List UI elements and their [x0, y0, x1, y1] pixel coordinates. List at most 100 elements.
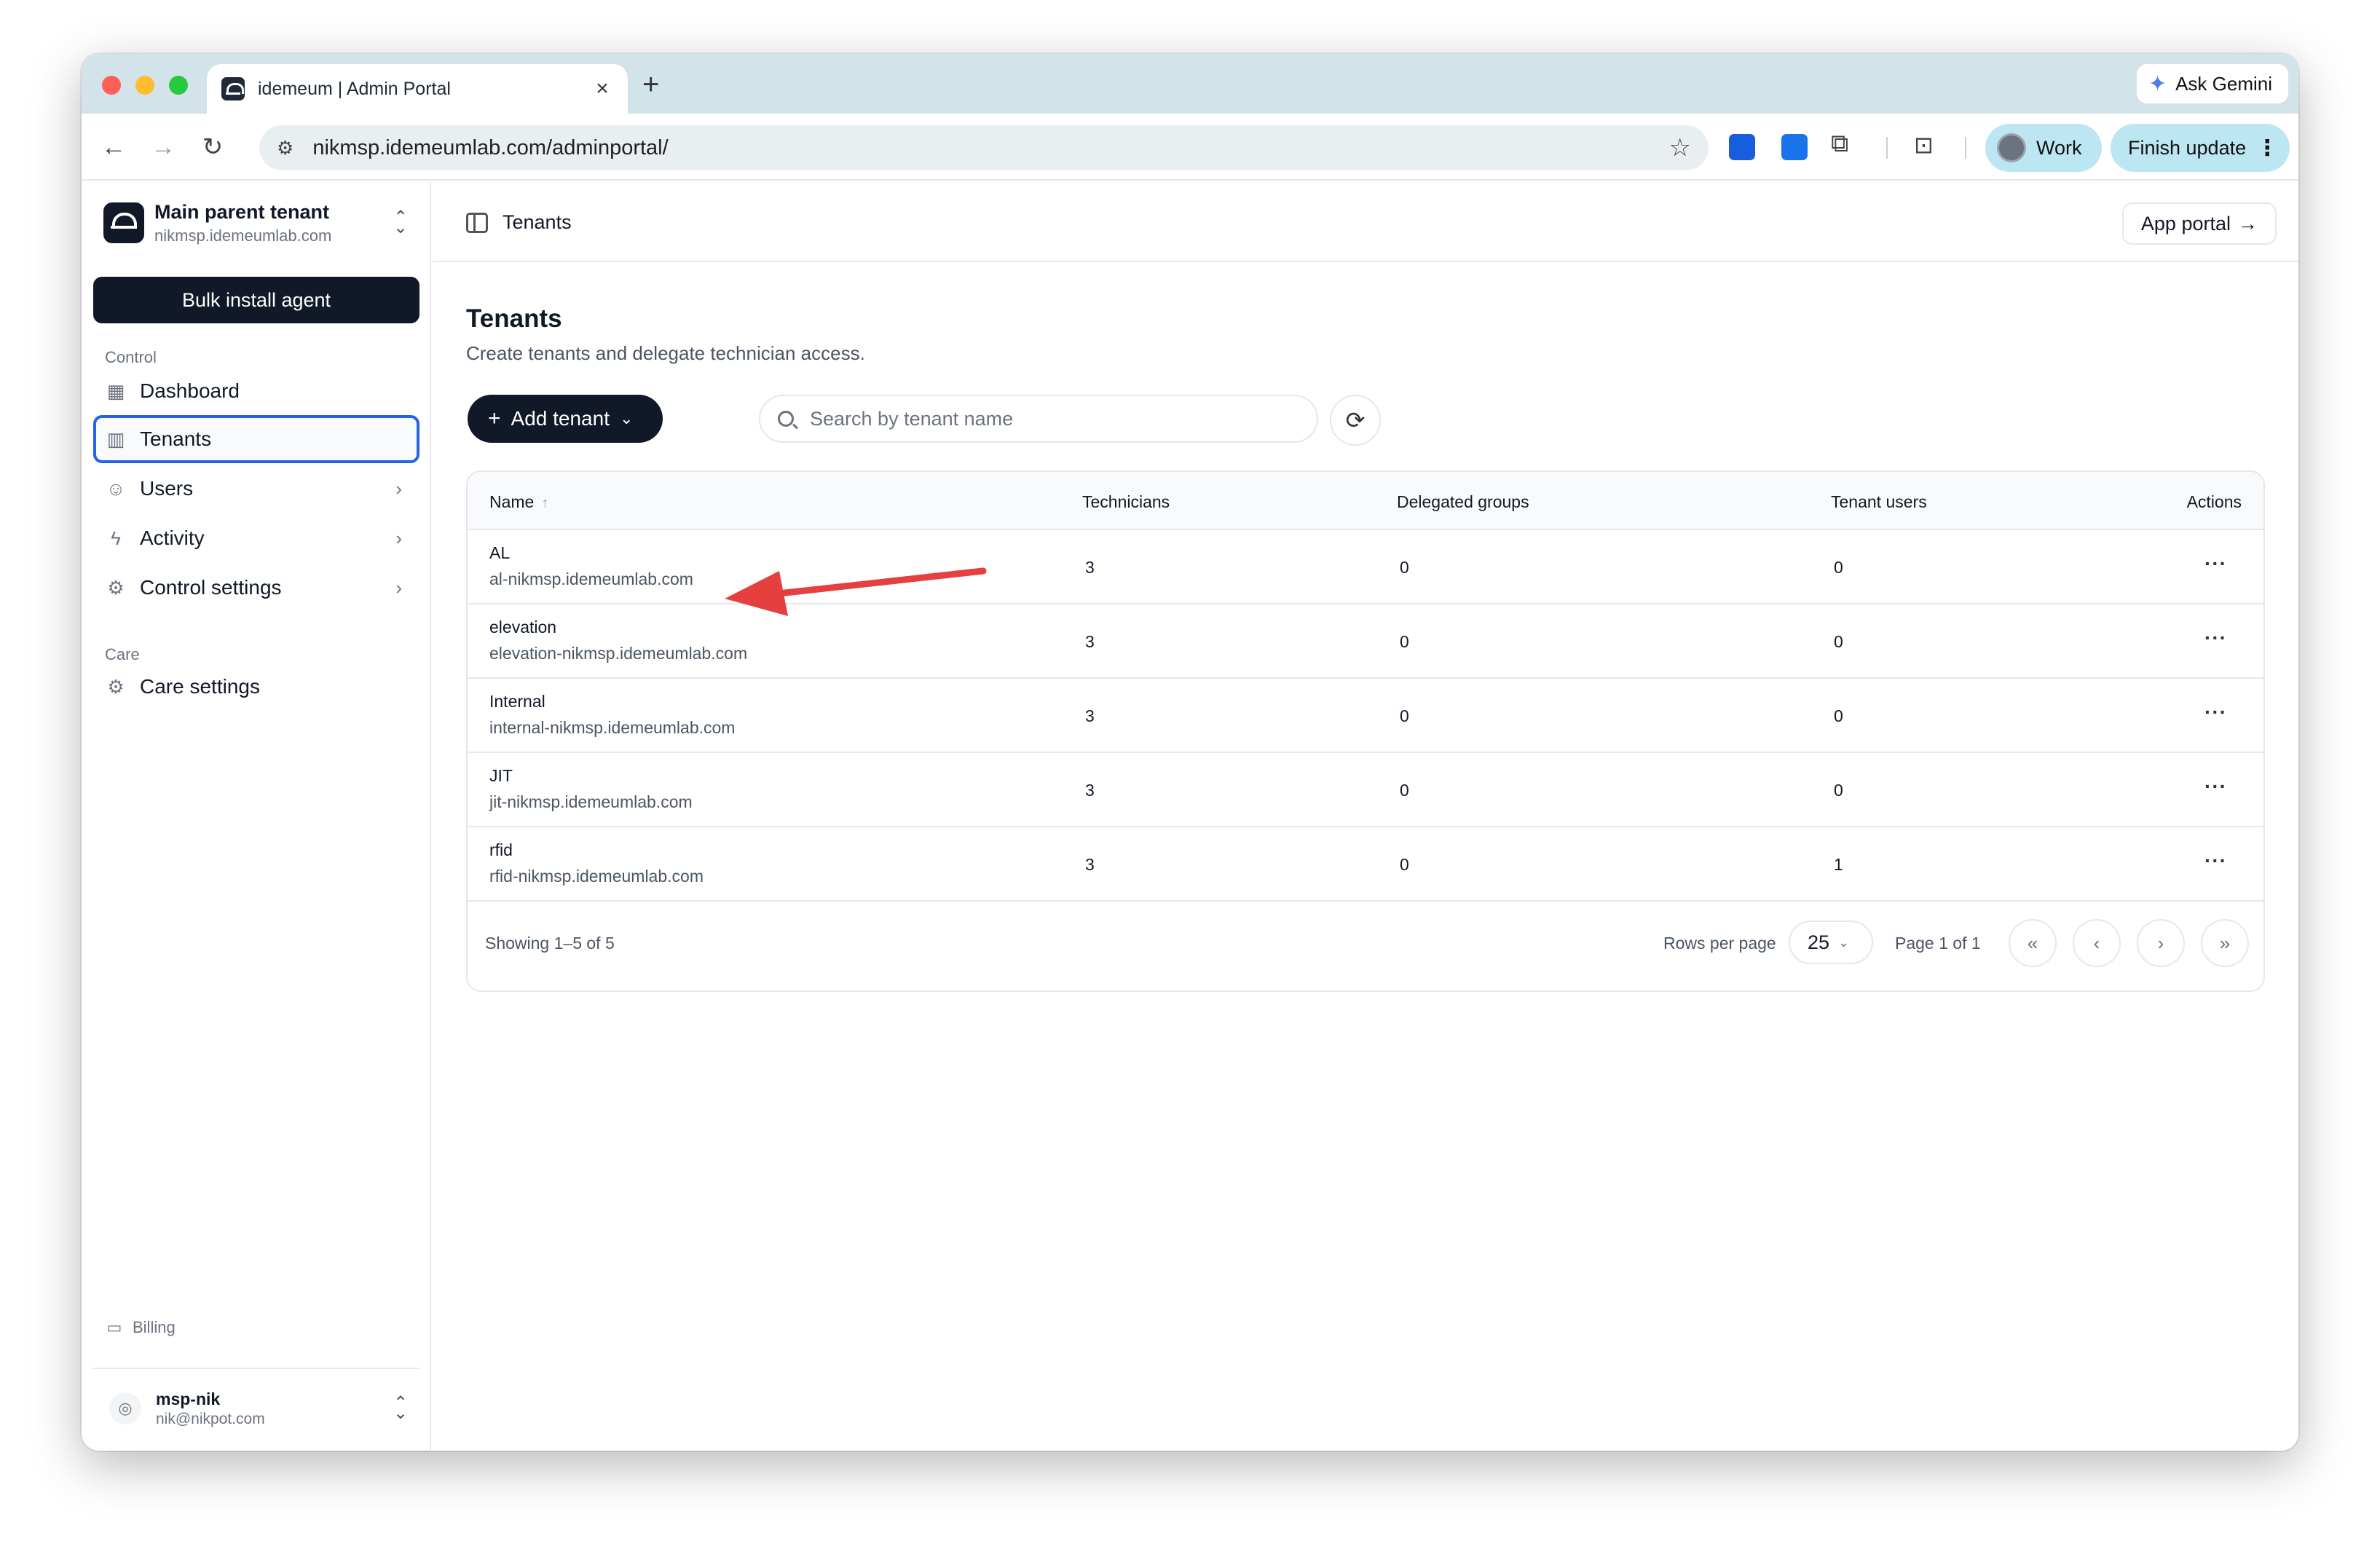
row-actions-ellipsis-icon[interactable]: ···: [2204, 552, 2227, 575]
gear-icon: ⚙: [107, 675, 125, 698]
column-header-delegated-groups: Delegated groups: [1397, 492, 1529, 511]
chevron-right-icon: ›: [395, 576, 402, 599]
bulk-install-agent-button[interactable]: Bulk install agent: [93, 277, 419, 323]
column-header-name[interactable]: Name ↑: [489, 492, 548, 512]
admin-portal-app: Main parent tenant nikmsp.idemeumlab.com…: [82, 182, 2298, 1451]
search-icon: [778, 411, 794, 427]
cell-delegated-groups: 0: [1400, 632, 1409, 651]
tenant-switcher[interactable]: Main parent tenant nikmsp.idemeumlab.com…: [103, 200, 409, 246]
ask-gemini-button[interactable]: ✦ Ask Gemini: [2136, 64, 2288, 103]
cell-delegated-groups: 0: [1400, 558, 1409, 577]
tenant-row-domain: al-nikmsp.idemeumlab.com: [489, 569, 693, 588]
user-menu[interactable]: ◎ msp-nik nik@nikpot.com ⌃ ⌄: [103, 1385, 409, 1432]
bookmark-star-icon[interactable]: ☆: [1669, 133, 1691, 162]
tenant-row-name[interactable]: elevation: [489, 618, 556, 637]
tenant-row-name[interactable]: rfid: [489, 840, 513, 860]
tenant-name: Main parent tenant: [154, 200, 330, 223]
tenant-logo-icon: [103, 202, 144, 243]
tab-search-icon[interactable]: ⊡: [1914, 131, 1940, 158]
back-arrow-icon[interactable]: ←: [98, 131, 130, 163]
minimize-window-button[interactable]: [135, 76, 154, 95]
row-actions-ellipsis-icon[interactable]: ···: [2204, 775, 2227, 798]
cell-technicians: 3: [1085, 781, 1095, 800]
reload-icon[interactable]: ↻: [197, 131, 229, 163]
close-window-button[interactable]: [102, 76, 121, 95]
user-name: msp-nik: [156, 1389, 221, 1408]
more-vertical-icon: ⋮: [2256, 135, 2279, 160]
rows-per-page-select[interactable]: 25 ⌄: [1789, 921, 1873, 964]
chevron-left-icon: ‹: [2093, 931, 2100, 954]
sidebar-item-care-settings[interactable]: ⚙ Care settings: [93, 663, 419, 711]
sidebar-item-billing[interactable]: ▭ Billing: [105, 1318, 176, 1337]
tenant-row-name[interactable]: JIT: [489, 766, 513, 786]
table-row[interactable]: Internal internal-nikmsp.idemeumlab.com …: [468, 679, 2263, 753]
site-settings-icon[interactable]: ⚙: [277, 137, 293, 159]
tenants-table: Name ↑ Technicians Delegated groups Tenan…: [466, 470, 2265, 992]
row-actions-ellipsis-icon[interactable]: ···: [2204, 626, 2227, 650]
sidebar-item-tenants[interactable]: ▥ Tenants: [93, 415, 419, 463]
user-email: nik@nikpot.com: [156, 1410, 265, 1427]
sort-ascending-icon: ↑: [541, 495, 549, 511]
new-tab-button[interactable]: +: [642, 70, 659, 99]
chevron-up-down-icon: ⌃ ⌄: [393, 1393, 409, 1423]
user-avatar-icon: ◎: [109, 1392, 141, 1424]
column-header-actions: Actions: [2186, 492, 2242, 511]
table-row[interactable]: rfid rfid-nikmsp.idemeumlab.com 3 0 1 ··…: [468, 827, 2263, 902]
browser-tab-active[interactable]: idemeum | Admin Portal ×: [207, 64, 628, 114]
sidebar-item-label: Users: [140, 477, 194, 500]
bolt-icon: ϟ: [111, 527, 121, 549]
tenant-row-domain: jit-nikmsp.idemeumlab.com: [489, 792, 693, 811]
last-page-button[interactable]: »: [2201, 919, 2249, 967]
close-tab-icon[interactable]: ×: [591, 76, 613, 101]
next-page-button[interactable]: ›: [2137, 919, 2185, 967]
row-actions-ellipsis-icon[interactable]: ···: [2204, 701, 2227, 724]
page-subtitle: Create tenants and delegate technician a…: [466, 342, 865, 364]
app-portal-button[interactable]: App portal →: [2121, 202, 2277, 245]
chevron-down-icon: ⌄: [1838, 934, 1850, 950]
tenant-row-name[interactable]: AL: [489, 543, 510, 563]
sidebar-item-users[interactable]: ☺ Users ›: [93, 465, 419, 513]
profile-button[interactable]: Work: [1985, 124, 2102, 172]
gear-icon: ⚙: [107, 576, 125, 599]
bitwarden-extension-icon[interactable]: [1729, 134, 1755, 160]
search-box[interactable]: [759, 395, 1318, 443]
finish-update-button[interactable]: Finish update ⋮: [2111, 124, 2290, 172]
first-page-button[interactable]: «: [2009, 919, 2057, 967]
column-header-technicians: Technicians: [1082, 492, 1170, 511]
row-actions-ellipsis-icon[interactable]: ···: [2204, 849, 2227, 872]
table-row[interactable]: AL al-nikmsp.idemeumlab.com 3 0 0 ···: [468, 530, 2263, 604]
table-row[interactable]: JIT jit-nikmsp.idemeumlab.com 3 0 0 ···: [468, 753, 2263, 827]
cell-delegated-groups: 0: [1400, 706, 1409, 725]
dashboard-icon: ▦: [106, 379, 125, 402]
cell-tenant-users: 0: [1834, 706, 1843, 725]
users-icon: ☺: [106, 477, 126, 500]
page-info: Page 1 of 1: [1895, 934, 1981, 953]
browser-window: idemeum | Admin Portal × + ✦ Ask Gemini …: [82, 54, 2298, 1451]
refresh-button[interactable]: ⟳: [1330, 395, 1381, 446]
sidebar-item-activity[interactable]: ϟ Activity ›: [93, 514, 419, 562]
extensions-puzzle-icon[interactable]: ⧉: [1831, 130, 1857, 157]
cell-technicians: 3: [1085, 632, 1095, 651]
ask-gemini-label: Ask Gemini: [2175, 72, 2272, 95]
add-tenant-button[interactable]: + Add tenant ⌄: [468, 395, 663, 443]
tenant-row-domain: rfid-nikmsp.idemeumlab.com: [489, 867, 704, 886]
download-extension-icon[interactable]: [1781, 134, 1808, 160]
column-header-label: Name: [489, 492, 535, 511]
tenant-row-name[interactable]: Internal: [489, 692, 545, 712]
cell-tenant-users: 0: [1834, 632, 1843, 651]
forward-arrow-icon[interactable]: →: [147, 131, 179, 163]
toggle-sidebar-icon[interactable]: [466, 213, 488, 233]
address-bar[interactable]: ⚙ nikmsp.idemeumlab.com/adminportal/ ☆: [259, 125, 1709, 170]
table-header: Name ↑ Technicians Delegated groups Tenan…: [468, 472, 2263, 530]
sidebar-item-control-settings[interactable]: ⚙ Control settings ›: [93, 564, 419, 612]
previous-page-button[interactable]: ‹: [2073, 919, 2121, 967]
url-text[interactable]: nikmsp.idemeumlab.com/adminportal/: [312, 136, 1668, 160]
maximize-window-button[interactable]: [169, 76, 188, 95]
section-label-care: Care: [105, 645, 140, 663]
cell-delegated-groups: 0: [1400, 781, 1409, 800]
table-row[interactable]: elevation elevation-nikmsp.idemeumlab.co…: [468, 604, 2263, 679]
tab-title: idemeum | Admin Portal: [258, 78, 451, 99]
rows-per-page-value: 25: [1808, 931, 1830, 953]
sidebar-item-dashboard[interactable]: ▦ Dashboard: [93, 367, 419, 415]
search-input[interactable]: [810, 407, 1291, 430]
